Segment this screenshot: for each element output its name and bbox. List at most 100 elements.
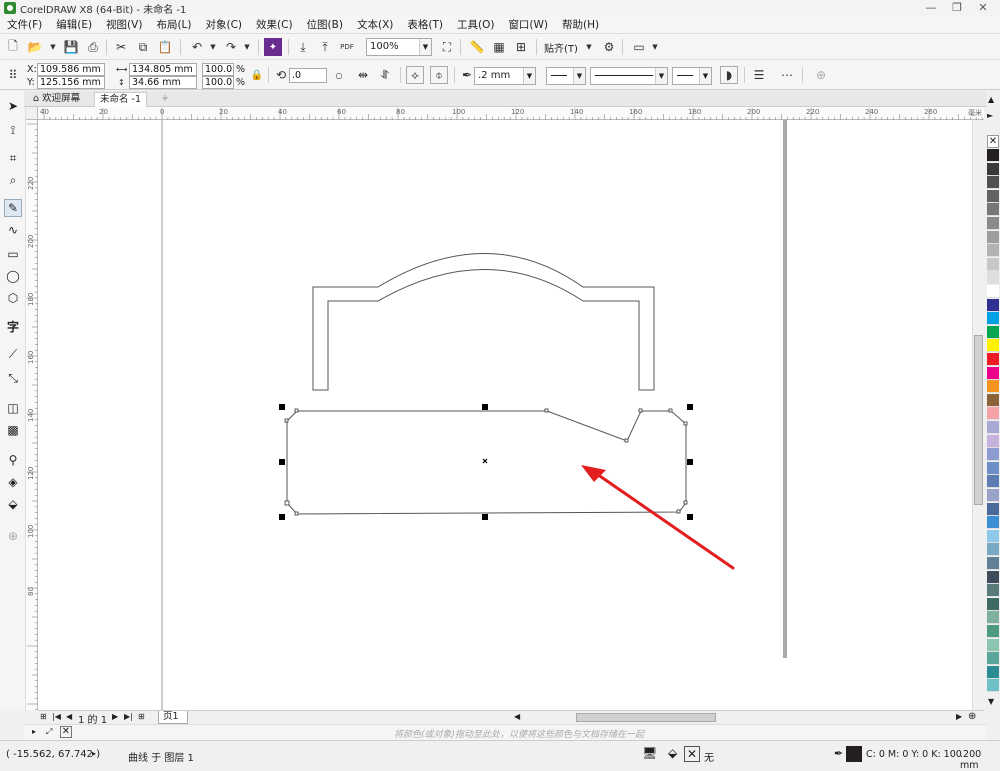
- color-swatch[interactable]: [987, 584, 999, 598]
- curve-node[interactable]: [294, 511, 299, 516]
- open-dropdown-icon[interactable]: ▼: [44, 38, 62, 56]
- end-arrowhead-combo[interactable]: ▼: [672, 67, 712, 85]
- status-expand-icon[interactable]: ▸: [92, 749, 96, 758]
- color-swatch[interactable]: [987, 570, 999, 584]
- curve-node[interactable]: [683, 500, 688, 505]
- color-swatch[interactable]: [987, 489, 999, 502]
- selection-handle-bottom-right[interactable]: [687, 514, 693, 520]
- full-screen-icon[interactable]: ⛶: [438, 38, 456, 56]
- ruler-corner[interactable]: [26, 107, 38, 120]
- restore-icon[interactable]: ❐: [944, 0, 970, 15]
- menu-bitmaps[interactable]: 位图(B): [300, 16, 350, 34]
- palette-options-icon[interactable]: ▸: [32, 727, 36, 736]
- line-style-combo[interactable]: ▼: [590, 67, 668, 85]
- curve-node[interactable]: [624, 438, 629, 443]
- selection-handle-middle-left[interactable]: [279, 459, 285, 465]
- add-tool-icon[interactable]: ⊕: [4, 527, 22, 545]
- menu-edit[interactable]: 编辑(E): [49, 16, 99, 34]
- options-gear-icon[interactable]: ⚙: [600, 38, 618, 56]
- curve-node[interactable]: [284, 418, 289, 423]
- menu-table[interactable]: 表格(T): [400, 16, 450, 34]
- node-edit-icon[interactable]: ⟡: [406, 66, 424, 84]
- mirror-vertical-icon[interactable]: ⥯: [376, 66, 394, 84]
- show-rulers-icon[interactable]: 📏: [468, 38, 486, 56]
- selection-handle-bottom-center[interactable]: [482, 514, 488, 520]
- navigator-icon[interactable]: ⊕: [968, 711, 976, 722]
- color-swatch[interactable]: [987, 421, 999, 434]
- color-swatch[interactable]: [987, 149, 999, 162]
- color-swatch[interactable]: [987, 189, 999, 203]
- palette-flyout-icon[interactable]: ►: [987, 111, 993, 120]
- height-field[interactable]: 34.66 mm: [129, 76, 197, 89]
- scroll-right-icon[interactable]: ▶: [956, 712, 962, 721]
- menu-file[interactable]: 文件(F): [0, 16, 49, 34]
- color-swatch[interactable]: [987, 665, 999, 679]
- scale-x-field[interactable]: 100.0: [202, 63, 234, 76]
- menu-effects[interactable]: 效果(C): [249, 16, 300, 34]
- lock-ratio-icon[interactable]: 🔒: [248, 66, 266, 84]
- color-swatch[interactable]: [987, 271, 999, 285]
- arch-frame-shape[interactable]: [312, 253, 655, 391]
- text-tool-icon[interactable]: 字: [4, 317, 22, 335]
- menu-text[interactable]: 文本(X): [350, 16, 400, 34]
- start-arrowhead-combo[interactable]: ▼: [546, 67, 586, 85]
- menu-tools[interactable]: 工具(O): [450, 16, 501, 34]
- show-grid-icon[interactable]: ▦: [490, 38, 508, 56]
- chevron-down-icon[interactable]: ▼: [523, 68, 535, 84]
- quick-customize-icon[interactable]: ⋯: [778, 66, 796, 84]
- crop-tool-icon[interactable]: ⌗: [4, 149, 22, 167]
- color-swatch[interactable]: [987, 679, 999, 693]
- color-swatch[interactable]: [987, 380, 999, 394]
- shape-tool-icon[interactable]: ⟟: [4, 121, 22, 139]
- eyedropper-icon[interactable]: ⚲: [4, 451, 22, 469]
- pick-tool-icon[interactable]: ➤: [4, 97, 22, 115]
- object-origin-icon[interactable]: ⠿: [4, 66, 22, 84]
- selection-handle-bottom-left[interactable]: [279, 514, 285, 520]
- color-swatch[interactable]: [987, 557, 999, 570]
- curve-node[interactable]: [294, 408, 299, 413]
- color-swatch[interactable]: [987, 325, 999, 339]
- paste-icon[interactable]: 📋: [156, 38, 174, 56]
- chevron-down-icon[interactable]: ▼: [573, 68, 585, 84]
- color-swatch[interactable]: [987, 230, 999, 244]
- menu-layout[interactable]: 布局(L): [149, 16, 198, 34]
- vertical-ruler[interactable]: 220 200 180 160 140 120 100 80: [26, 120, 38, 711]
- color-swatch[interactable]: [987, 611, 999, 625]
- horizontal-scroll-thumb[interactable]: [576, 713, 716, 722]
- color-swatch[interactable]: [987, 203, 999, 217]
- snap-to-menu[interactable]: 贴齐(T): [544, 40, 578, 55]
- eyedropper-small-icon[interactable]: ⤢: [46, 727, 52, 737]
- curve-node[interactable]: [284, 500, 290, 506]
- color-swatch[interactable]: [987, 366, 999, 380]
- curve-node[interactable]: [544, 408, 549, 413]
- freehand-tool-icon[interactable]: ✎: [4, 199, 22, 217]
- color-swatch[interactable]: [987, 285, 999, 298]
- chevron-down-icon[interactable]: ▼: [655, 68, 667, 84]
- connector-tool-icon[interactable]: ⤡: [4, 369, 22, 387]
- menu-window[interactable]: 窗口(W): [501, 16, 555, 34]
- color-swatch[interactable]: [987, 244, 999, 258]
- close-curve-icon[interactable]: ⌽: [430, 66, 448, 84]
- color-swatch[interactable]: [987, 393, 999, 407]
- polygon-tool-icon[interactable]: ⬡: [4, 289, 22, 307]
- outline-color-swatch[interactable]: [846, 746, 862, 762]
- scroll-left-icon[interactable]: ◀: [514, 712, 520, 721]
- zoom-level-combo[interactable]: 100% ▼: [366, 38, 432, 56]
- width-field[interactable]: 134.805 mm: [129, 63, 197, 76]
- mirror-horizontal-icon[interactable]: ⇹: [354, 66, 372, 84]
- selection-handle-top-center[interactable]: [482, 404, 488, 410]
- rotation-angle-field[interactable]: .0: [289, 68, 327, 83]
- ellipse-tool-icon[interactable]: ◯: [4, 267, 22, 285]
- page-tab-1[interactable]: 页1: [158, 711, 188, 724]
- selection-handle-top-right[interactable]: [687, 404, 693, 410]
- color-swatch[interactable]: [987, 597, 999, 611]
- print-icon[interactable]: ⎙: [84, 38, 102, 56]
- selection-handle-middle-right[interactable]: [687, 459, 693, 465]
- tab-document[interactable]: 未命名 -1: [94, 92, 147, 107]
- palette-scroll-up-icon[interactable]: ▲: [988, 95, 994, 104]
- palette-scroll-down-icon[interactable]: ▼: [988, 697, 994, 706]
- add-icon[interactable]: ⊕: [812, 66, 830, 84]
- color-swatch[interactable]: [987, 638, 999, 652]
- color-swatch[interactable]: [987, 625, 999, 638]
- drop-shadow-icon[interactable]: ◫: [4, 399, 22, 417]
